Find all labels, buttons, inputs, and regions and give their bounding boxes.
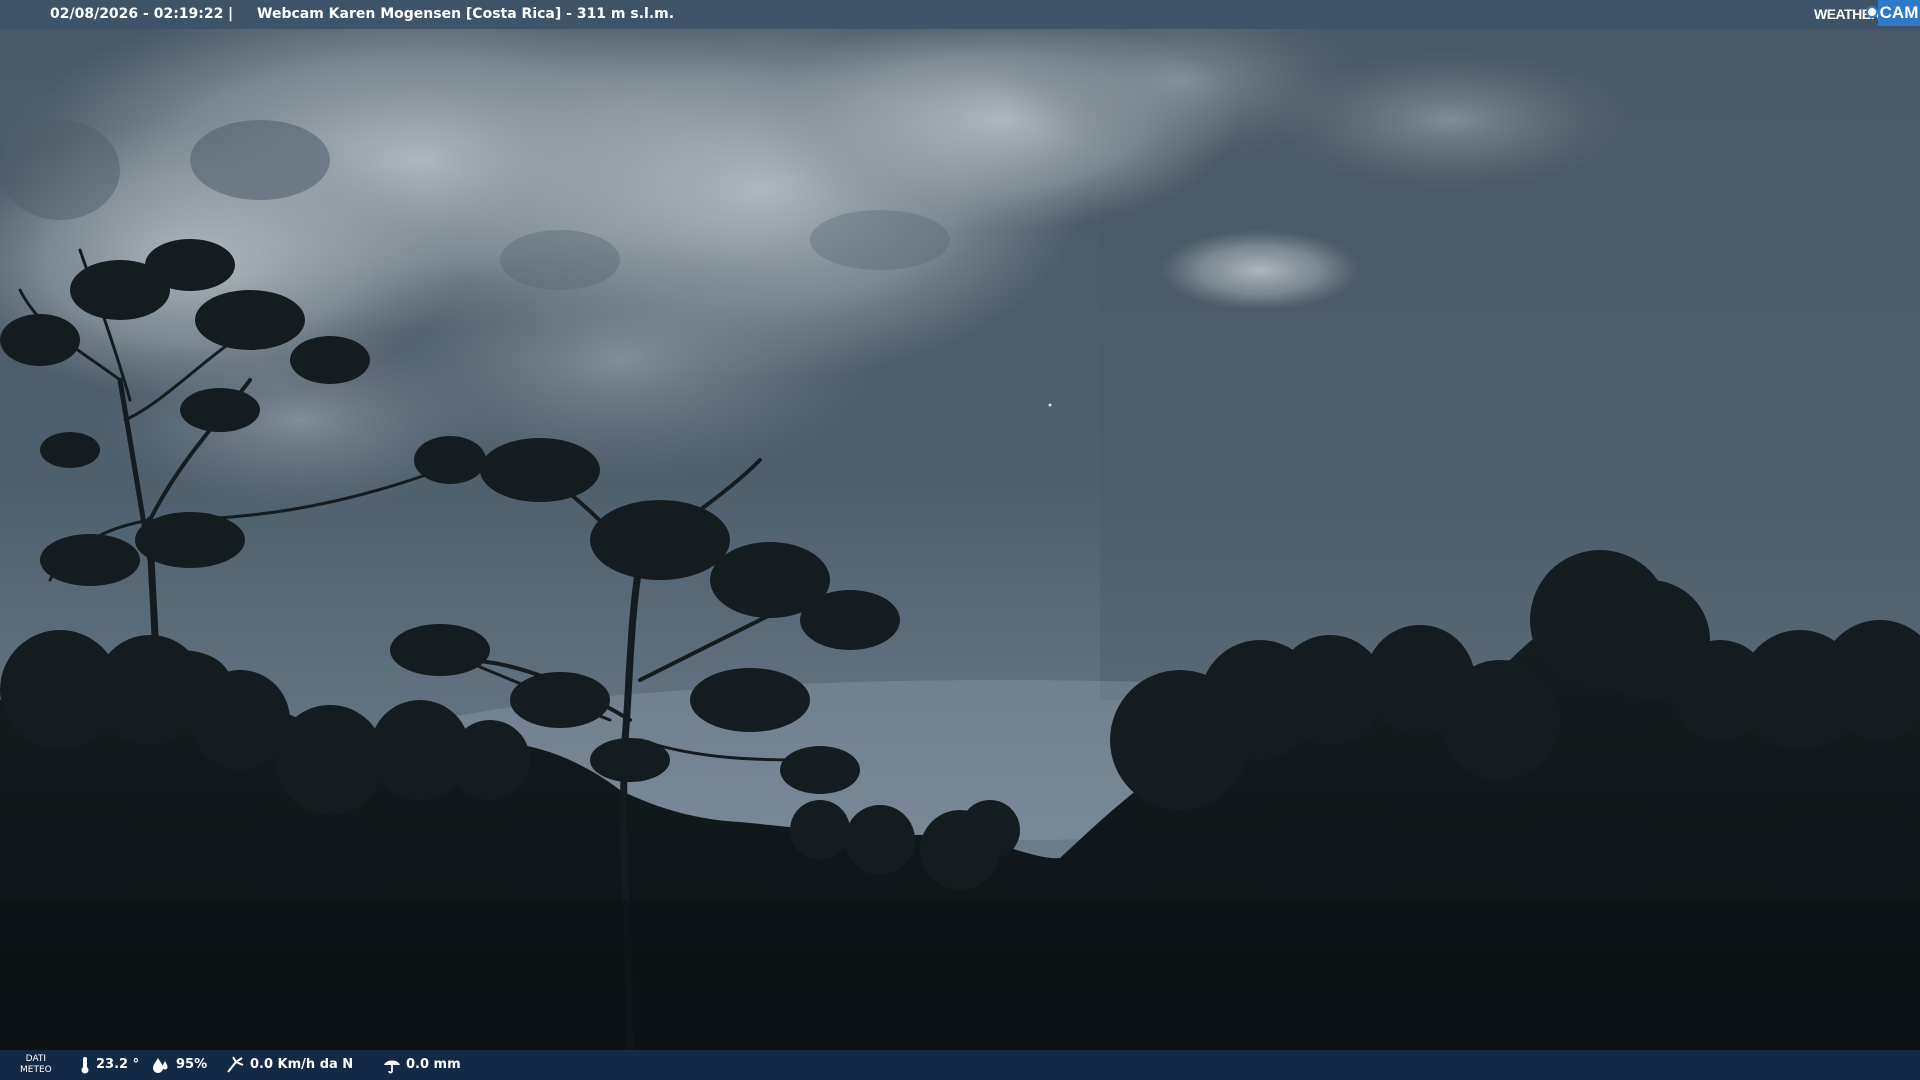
humidity-icon [153, 1058, 168, 1073]
logo-dot-icon [1866, 6, 1878, 18]
humidity-readout: 95% [152, 1050, 212, 1080]
temperature-readout: 23.2 ° [80, 1050, 150, 1080]
logo-cam-text: CAM [1878, 0, 1920, 26]
webcam-image [0, 0, 1920, 1080]
weathercam-logo: WEATHER CAM [1814, 0, 1920, 29]
dati-label: DATI [25, 1054, 47, 1064]
thermometer-icon [81, 1057, 89, 1074]
webcam-frame: 02/08/2026 - 02:19:22 | Webcam Karen Mog… [0, 0, 1920, 1080]
wind-value: 0.0 Km/h da N [250, 1057, 354, 1072]
meteo-label: METEO [20, 1065, 52, 1075]
location-title: Webcam Karen Mogensen [Costa Rica] - 311… [257, 6, 675, 22]
wind-readout: 0.0 Km/h da N [226, 1050, 356, 1080]
rain-value: 0.0 mm [406, 1057, 461, 1072]
dati-meteo-label: DATI METEO [20, 1054, 52, 1076]
star [1048, 403, 1052, 407]
separator: | [228, 6, 234, 22]
rain-icon [384, 1060, 400, 1074]
rain-readout: 0.0 mm [382, 1050, 462, 1080]
datetime-text: 02/08/2026 - 02:19:22 [50, 6, 224, 22]
wind-icon [227, 1056, 244, 1073]
top-info-bar: 02/08/2026 - 02:19:22 | Webcam Karen Mog… [0, 0, 1920, 29]
weather-data-bar: DATI METEO 23.2 ° 95% 0.0 Km/h da N 0.0 … [0, 1050, 1920, 1080]
temperature-value: 23.2 ° [96, 1057, 140, 1072]
humidity-value: 95% [176, 1057, 208, 1072]
